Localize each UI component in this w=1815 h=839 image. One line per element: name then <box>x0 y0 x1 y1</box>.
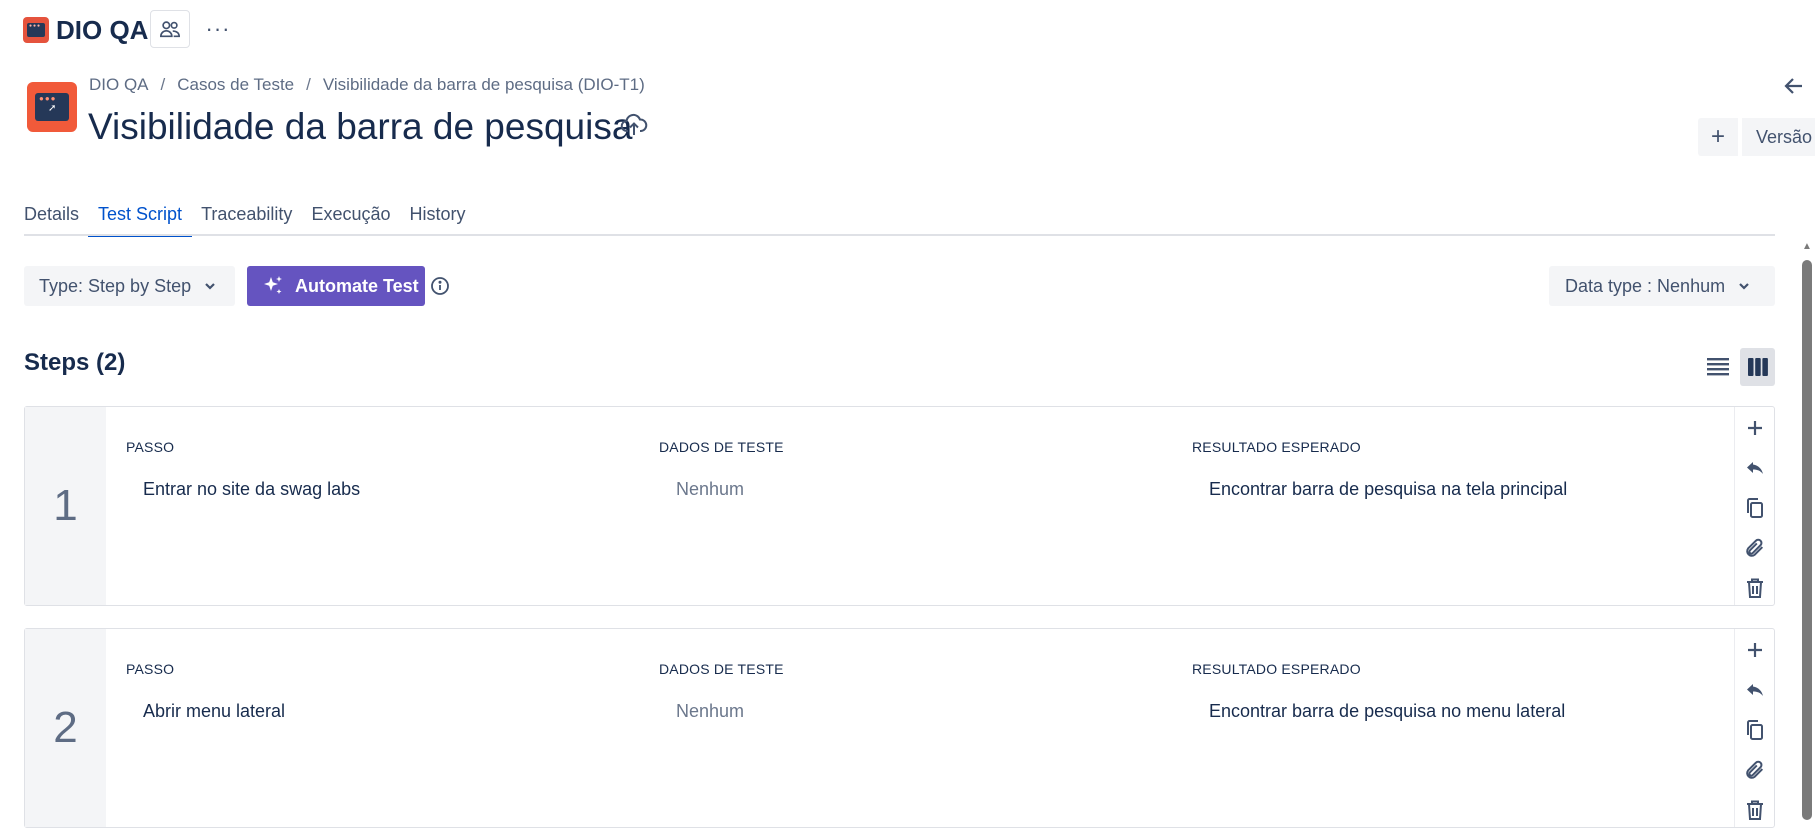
project-avatar: ●●● ➚ <box>27 82 77 132</box>
plus-icon: + <box>1710 123 1725 150</box>
tab-bar: Details Test Script Traceability Execuçã… <box>24 196 485 237</box>
paperclip-icon <box>1745 538 1763 557</box>
column-view-button[interactable] <box>1740 348 1775 386</box>
more-options-button[interactable]: ··· <box>203 10 233 48</box>
tab-history[interactable]: History <box>410 196 476 236</box>
add-step-button[interactable] <box>1743 637 1767 663</box>
column-header-expected: RESULTADO ESPERADO <box>1192 661 1361 677</box>
script-type-dropdown[interactable]: Type: Step by Step <box>24 266 235 306</box>
automate-test-label: Automate Test <box>295 275 419 296</box>
chevron-down-icon <box>205 283 215 290</box>
duplicate-step-button[interactable] <box>1743 717 1767 743</box>
attach-step-button[interactable] <box>1743 757 1767 783</box>
project-name[interactable]: DIO QA <box>56 14 148 46</box>
tab-details[interactable]: Details <box>24 196 89 236</box>
column-header-data: DADOS DE TESTE <box>659 439 784 455</box>
column-header-step: PASSO <box>126 439 175 455</box>
trash-icon <box>1746 800 1763 820</box>
project-icon: ●●● <box>23 17 49 43</box>
paperclip-icon <box>1745 760 1763 779</box>
step-test-data[interactable]: Nenhum <box>676 479 744 500</box>
info-icon[interactable] <box>430 276 450 296</box>
step-description[interactable]: Abrir menu lateral <box>143 701 285 722</box>
sparkle-icon <box>264 276 282 294</box>
chevron-down-icon <box>1739 283 1749 290</box>
step-description[interactable]: Entrar no site da swag labs <box>143 479 360 500</box>
list-view-button[interactable] <box>1701 348 1735 384</box>
reply-step-button[interactable] <box>1743 455 1767 481</box>
breadcrumb-current[interactable]: Visibilidade da barra de pesquisa (DIO-T… <box>323 74 645 96</box>
plus-icon <box>1747 421 1762 435</box>
breadcrumb-project[interactable]: DIO QA <box>89 74 149 96</box>
delete-step-button[interactable] <box>1743 575 1767 601</box>
data-type-dropdown[interactable]: Data type : Nenhum <box>1549 266 1775 306</box>
data-type-label: Data type : Nenhum <box>1565 275 1726 296</box>
version-selector[interactable]: Versão 1 <box>1742 118 1815 156</box>
step-expected-result[interactable]: Encontrar barra de pesquisa no menu late… <box>1209 701 1565 722</box>
delete-step-button[interactable] <box>1743 797 1767 823</box>
attach-step-button[interactable] <box>1743 535 1767 561</box>
tabs-divider <box>24 234 1775 236</box>
reply-icon <box>1746 462 1763 474</box>
plus-icon <box>1747 643 1762 657</box>
scroll-up-arrow[interactable]: ▲ <box>1801 242 1813 252</box>
tab-traceability[interactable]: Traceability <box>201 196 302 236</box>
add-step-button[interactable] <box>1743 415 1767 441</box>
page-title: Visibilidade da barra de pesquisa <box>88 106 633 147</box>
cloud-upload-icon[interactable] <box>620 112 648 138</box>
reply-step-button[interactable] <box>1743 677 1767 703</box>
copy-icon <box>1746 720 1763 740</box>
people-button[interactable] <box>150 10 190 48</box>
script-type-label: Type: Step by Step <box>39 275 192 296</box>
breadcrumb-separator: / <box>160 75 166 94</box>
duplicate-step-button[interactable] <box>1743 495 1767 521</box>
step-test-data[interactable]: Nenhum <box>676 701 744 722</box>
step-actions <box>1734 629 1774 827</box>
steps-title: Steps (2) <box>24 349 126 376</box>
tab-test-script[interactable]: Test Script <box>88 196 193 237</box>
automate-test-button[interactable]: Automate Test <box>247 266 425 306</box>
trash-icon <box>1746 578 1763 598</box>
column-header-data: DADOS DE TESTE <box>659 661 784 677</box>
step-number: 2 <box>25 629 106 827</box>
add-version-button[interactable]: + <box>1698 118 1738 156</box>
scrollbar-thumb[interactable] <box>1802 260 1812 820</box>
column-header-step: PASSO <box>126 661 175 677</box>
step-card-1: 1 PASSO DADOS DE TESTE RESULTADO ESPERAD… <box>24 406 1775 606</box>
step-actions <box>1734 407 1774 605</box>
tab-execucao[interactable]: Execução <box>311 196 400 236</box>
arrow-left-icon[interactable] <box>1782 74 1806 98</box>
more-icon: ··· <box>205 16 231 41</box>
reply-icon <box>1746 684 1763 696</box>
step-number: 1 <box>25 407 106 605</box>
column-header-expected: RESULTADO ESPERADO <box>1192 439 1361 455</box>
people-icon <box>160 21 180 38</box>
step-expected-result[interactable]: Encontrar barra de pesquisa na tela prin… <box>1209 479 1567 500</box>
column-view-icon <box>1747 358 1768 376</box>
breadcrumb-separator: / <box>306 75 311 94</box>
breadcrumb-test-cases[interactable]: Casos de Teste <box>177 74 294 96</box>
step-card-2: 2 PASSO DADOS DE TESTE RESULTADO ESPERAD… <box>24 628 1775 828</box>
breadcrumb: DIO QA / Casos de Teste / Visibilidade d… <box>89 74 645 96</box>
list-view-icon <box>1707 358 1729 376</box>
copy-icon <box>1746 498 1763 518</box>
